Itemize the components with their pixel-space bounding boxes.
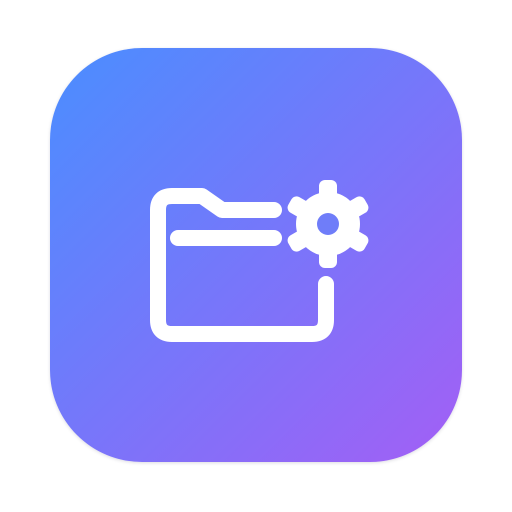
app-icon[interactable] [50,48,462,462]
gear-hole [317,213,339,235]
folder-settings-icon [150,180,369,342]
gear-icon [287,180,369,268]
canvas [0,0,512,512]
